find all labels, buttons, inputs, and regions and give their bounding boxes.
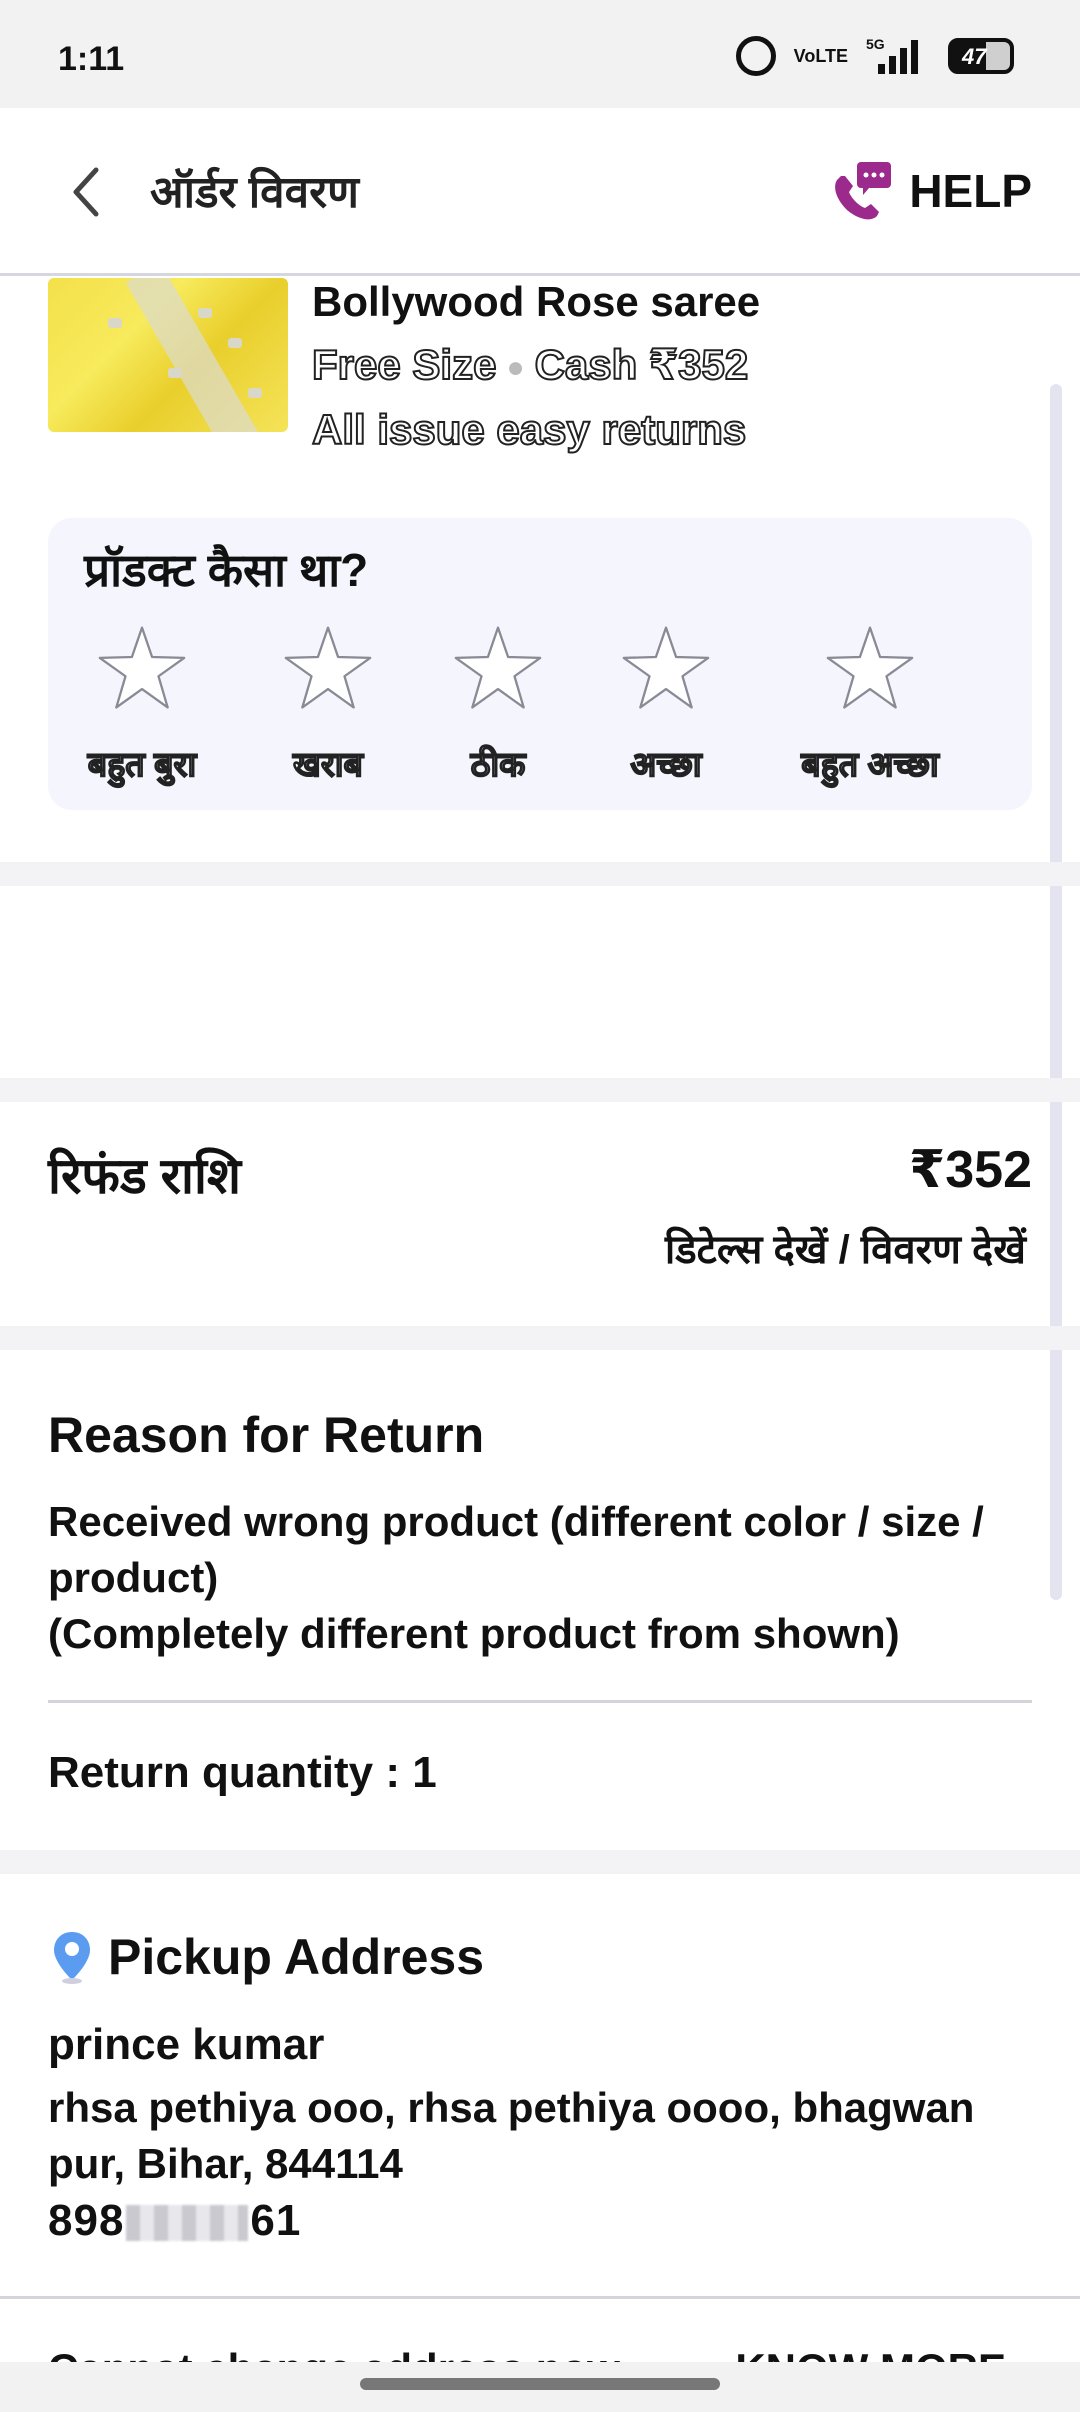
status-icons: Vo LTE 5G 47: [735, 36, 1014, 76]
phone-end: 61: [250, 2196, 302, 2245]
return-reason-title: Reason for Return: [48, 1407, 485, 1463]
page-title: ऑर्डर विवरण: [150, 168, 359, 217]
pickup-address-title: Pickup Address: [108, 1929, 485, 1985]
phone-redaction: [126, 2205, 249, 2242]
battery-icon: 47: [948, 38, 1014, 74]
back-button[interactable]: [56, 160, 116, 224]
product-size: Free Size: [311, 340, 497, 389]
rating-card: प्रॉडक्ट कैसा था? बहुत बुरा खराब ठीक अच्…: [48, 518, 1032, 810]
status-bar: 1:11 Vo LTE 5G 47: [0, 0, 1080, 108]
product-image: [48, 278, 288, 432]
home-indicator[interactable]: [360, 2378, 720, 2390]
product-meta: Free Size ● Cash ₹352: [311, 340, 750, 389]
return-reason-detail: (Completely different product from shown…: [48, 1610, 900, 1657]
alarm-icon: [735, 36, 776, 76]
battery-level: 47: [962, 44, 987, 69]
rating-label: अच्छा: [630, 745, 703, 785]
location-pin-icon: [54, 1932, 90, 1984]
star-icon: [454, 626, 542, 709]
product-summary[interactable]: Bollywood Rose saree Free Size ● Cash ₹352…: [0, 278, 1080, 478]
star-icon: [826, 626, 914, 709]
view-details-link[interactable]: डिटेल्स देखें / विवरण देखें: [665, 1220, 1026, 1275]
phone-start: 898: [48, 2196, 125, 2245]
rating-star-2[interactable]: खराब: [248, 624, 408, 786]
section-divider: [0, 862, 1080, 886]
refund-label: रिफंड राशि: [48, 1148, 241, 1204]
return-quantity: Return quantity : 1: [48, 1748, 437, 1797]
rating-label: खराब: [292, 745, 363, 785]
chevron-left-icon: [73, 167, 99, 217]
pickup-address: rhsa pethiya ooo, rhsa pethiya oooo, bha…: [48, 2084, 975, 2187]
divider: [48, 1700, 1032, 1703]
product-name: Bollywood Rose saree: [312, 278, 761, 325]
scrollbar[interactable]: [1050, 384, 1062, 1600]
app-header: ऑर्डर विवरण HELP: [0, 108, 1080, 276]
rating-star-3[interactable]: ठीक: [418, 624, 578, 786]
volte-top: Vo: [793, 45, 816, 66]
return-reason-line: Received wrong product (different color …: [48, 1498, 984, 1601]
return-reason-text: Received wrong product (different color …: [48, 1494, 1028, 1662]
status-time: 1:11: [58, 40, 125, 78]
pickup-name: prince kumar: [48, 2020, 325, 2069]
volte-bottom: LTE: [815, 45, 848, 66]
rating-label: ठीक: [470, 745, 526, 785]
star-icon: [284, 626, 372, 709]
rating-star-5[interactable]: बहुत अच्छा: [790, 624, 950, 786]
section-divider: [0, 1850, 1080, 1874]
help-button[interactable]: HELP: [829, 158, 1032, 224]
refund-amount: ₹352: [909, 1141, 1032, 1199]
rating-star-1[interactable]: बहुत बुरा: [62, 624, 222, 786]
rating-label: बहुत बुरा: [87, 745, 197, 785]
return-policy: All issue easy returns: [311, 405, 747, 454]
section-divider: [0, 1078, 1080, 1102]
star-icon: [622, 626, 710, 709]
section-divider: [0, 1326, 1080, 1350]
rating-label: बहुत अच्छा: [801, 745, 940, 785]
signal-icon: 5G: [866, 36, 930, 76]
volte-icon: Vo LTE: [793, 45, 848, 66]
star-icon: [98, 626, 186, 709]
phone-chat-icon: [835, 162, 892, 220]
rating-question: प्रॉडक्ट कैसा था?: [84, 544, 369, 596]
rating-star-4[interactable]: अच्छा: [586, 624, 746, 786]
product-payment: Cash ₹352: [534, 340, 750, 389]
pickup-phone: 898 61: [48, 2196, 301, 2246]
help-label: HELP: [909, 165, 1032, 217]
